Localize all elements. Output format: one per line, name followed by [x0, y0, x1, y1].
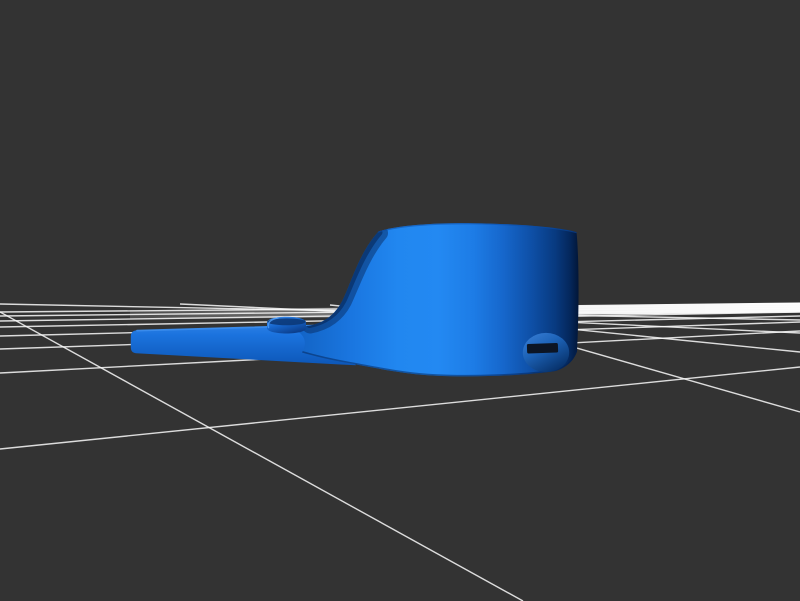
screw-slot — [527, 343, 558, 354]
model-viewer-window — [0, 0, 800, 601]
viewport-3d[interactable] — [0, 0, 800, 601]
